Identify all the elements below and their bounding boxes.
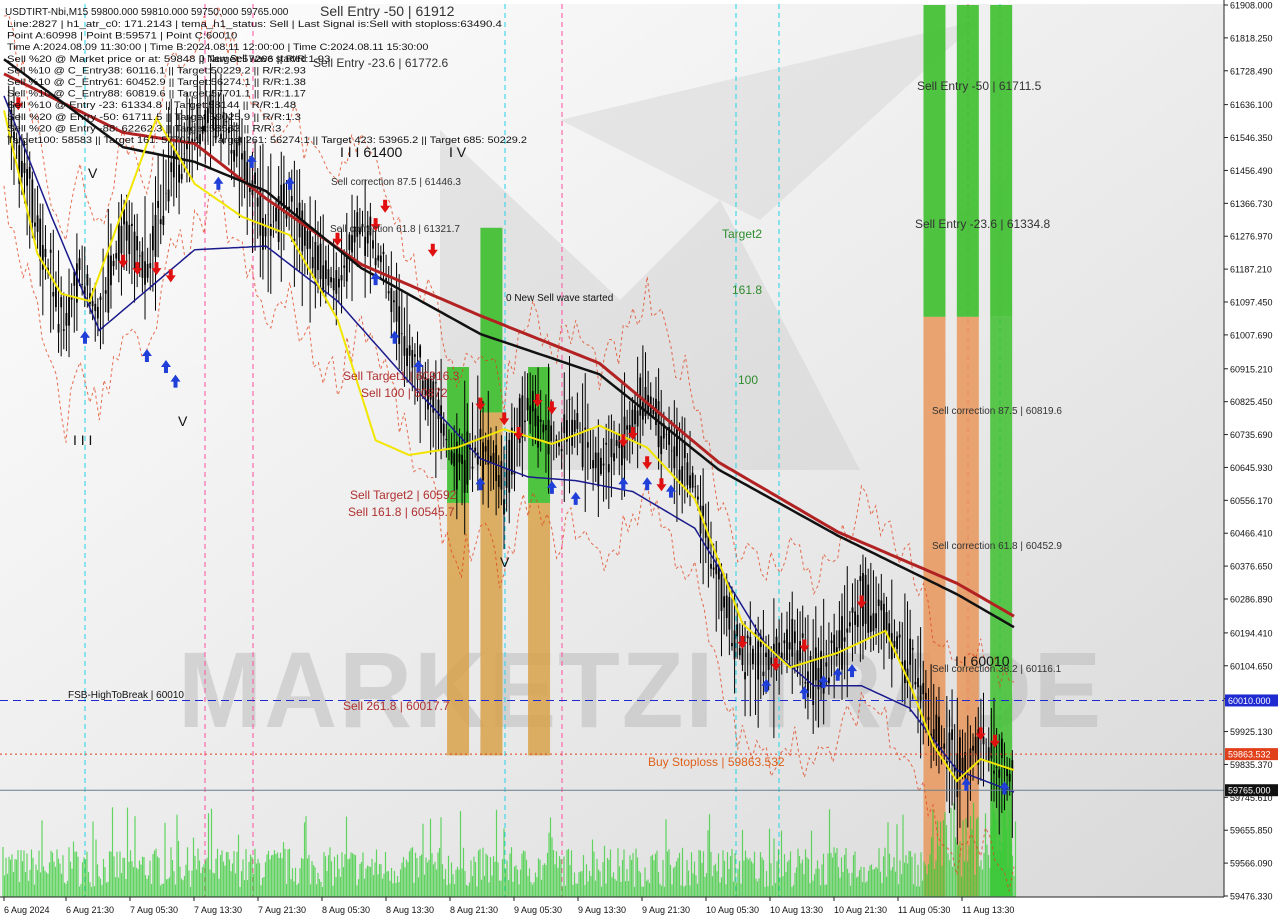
info-line: Sell %10 @ C_Entry38: 60116.1 || Target:… (7, 65, 306, 75)
annotation-label: Buy Stoploss | 59863.532 (648, 755, 785, 769)
info-line: Line:2827 | h1_atr_c0: 171.2143 | tema_h… (7, 19, 502, 29)
price-tick-label: 59566.090 (1230, 859, 1273, 869)
time-axis[interactable]: 6 Aug 2024 6 Aug 21:30 7 Aug 05:30 7 Aug 13… (0, 896, 1224, 920)
annotation-label: Sell correction 87.5 | 60819.6 (932, 406, 1062, 417)
annotation-label: Sell Entry -23.6 | 61334.8 (915, 217, 1051, 231)
annotation-label: Sell correction 61.8 | 60452.9 (932, 541, 1062, 552)
annotation-label: V (178, 413, 188, 429)
time-tick-label: 8 Aug 13:30 (386, 905, 434, 915)
zone-upper (990, 5, 1013, 317)
annotation-label: Sell Entry -23.6 | 61772.6 (313, 56, 449, 70)
annotation-label: Sell Target1 | 60916.3 (343, 369, 460, 383)
annotation-label: Sell Entry -50 | 61711.5 (917, 79, 1042, 93)
info-line: Point A:60998 | Point B:59571 | Point C:… (7, 31, 237, 41)
annotation-label: 0 New Sell wave started (506, 293, 613, 304)
info-line: Sell %10 @ Entry -23: 61334.8 || Target:… (7, 100, 296, 110)
price-badge-label: 59863.532 (1228, 750, 1271, 760)
price-tick-label: 60466.410 (1230, 529, 1273, 539)
price-tick-label: 61908.000 (1230, 1, 1273, 11)
time-tick-label: 8 Aug 21:30 (450, 905, 498, 915)
zone-upper (528, 367, 551, 503)
annotation-label: Sell correction 61.8 | 61321.7 (330, 224, 460, 235)
time-tick-label: 6 Aug 2024 (4, 905, 50, 915)
annotation-label: Sell 100 | 60872 (361, 386, 448, 400)
info-line: Sell %20 @ Entry -50: 61711.5 || Target:… (7, 112, 301, 122)
annotation-label: Sell Target2 | 60592 (350, 488, 457, 502)
time-tick-label: 11 Aug 13:30 (962, 905, 1014, 915)
annotation-label: I V (449, 144, 467, 160)
price-tick-label: 59476.330 (1230, 892, 1273, 902)
annotation-label: V (88, 165, 98, 181)
time-tick-label: 9 Aug 21:30 (642, 905, 690, 915)
price-tick-label: 59655.850 (1230, 826, 1273, 836)
price-tick-label: 60104.650 (1230, 661, 1273, 671)
annotation-label: Sell Entry -50 | 61912 (320, 3, 455, 19)
price-tick-label: 61456.490 (1230, 166, 1273, 176)
price-badge-label: 59765.000 (1228, 786, 1271, 796)
price-tick-label: 61276.970 (1230, 232, 1273, 242)
time-tick-label: 10 Aug 13:30 (770, 905, 823, 915)
ohlc-header: USDTIRT-Nbi,M15 59800.000 59810.000 5975… (5, 7, 289, 18)
annotation-label: I I I (73, 432, 92, 448)
price-tick-label: 61728.490 (1230, 66, 1273, 76)
price-tick-label: 61097.450 (1230, 297, 1273, 307)
price-tick-label: 60286.890 (1230, 594, 1273, 604)
price-tick-label: 61818.250 (1230, 33, 1273, 43)
annotation-label: 100 (738, 373, 758, 387)
time-tick-label: 10 Aug 05:30 (706, 905, 759, 915)
time-tick-label: 7 Aug 21:30 (258, 905, 306, 915)
info-line: Sell %10 @ C_Entry88: 60819.6 || Target:… (7, 89, 306, 99)
price-tick-label: 60915.210 (1230, 364, 1273, 374)
price-tick-label: 60735.690 (1230, 430, 1273, 440)
time-tick-label: 6 Aug 21:30 (66, 905, 114, 915)
price-tick-label: 60376.650 (1230, 562, 1273, 572)
price-chart-svg[interactable]: MARKETZI TRADE Sell Entry -50 | 61912Sel… (0, 0, 1280, 920)
time-tick-label: 9 Aug 05:30 (514, 905, 562, 915)
info-line: Target100: 58583 || Target 161: 57701.1 … (7, 135, 527, 145)
time-tick-label: 11 Aug 05:30 (898, 905, 950, 915)
annotation-label: I I I 61400 (340, 144, 402, 160)
zone-upper (956, 5, 979, 317)
annotation-label: Sell 261.8 | 60017.7 (343, 699, 450, 713)
price-tick-label: 59835.370 (1230, 760, 1273, 770)
price-tick-label: 59925.130 (1230, 727, 1273, 737)
annotation-label: V (500, 554, 510, 570)
annotation-label: Target2 (722, 227, 762, 241)
price-tick-label: 60645.930 (1230, 463, 1273, 473)
time-tick-label: 7 Aug 13:30 (194, 905, 242, 915)
annotation-label: 161.8 (732, 283, 762, 297)
zone-lower (923, 316, 946, 897)
info-line: Time A:2024.08.09 11:30:00 | Time B:2024… (7, 42, 428, 52)
info-line: Sell %20 @ Market price or at: 59848 || … (7, 54, 330, 64)
annotation-label: FSB-HighToBreak | 60010 (68, 690, 184, 701)
zone-upper (923, 5, 946, 317)
info-line: Sell %20 @ Entry -88: 62262.3 || Target:… (7, 123, 281, 133)
time-tick-label: 10 Aug 21:30 (834, 905, 887, 915)
price-badge-label: 60010.000 (1228, 696, 1271, 706)
info-line: Sell %10 @ C_Entry61: 60452.9 || Target:… (7, 77, 306, 87)
annotation-label: I I 60010 (955, 653, 1010, 669)
time-tick-label: 9 Aug 13:30 (578, 905, 626, 915)
price-tick-label: 61366.730 (1230, 199, 1273, 209)
price-tick-label: 61187.210 (1230, 265, 1272, 275)
zone-lower (528, 502, 551, 756)
price-tick-label: 60556.170 (1230, 496, 1273, 506)
time-tick-label: 8 Aug 05:30 (322, 905, 370, 915)
price-axis[interactable]: 61908.000 61818.250 61728.490 61636.100 6154… (1223, 0, 1280, 920)
annotation-label: Sell correction 87.5 | 61446.3 (331, 177, 461, 188)
annotation-label: Sell 161.8 | 60545.7 (348, 505, 455, 519)
trading-chart[interactable]: MARKETZI TRADE Sell Entry -50 | 61912 Sel… (0, 0, 1280, 920)
price-tick-label: 61007.690 (1230, 330, 1273, 340)
price-tick-label: 61546.350 (1230, 133, 1273, 143)
time-tick-label: 7 Aug 05:30 (130, 905, 178, 915)
price-tick-label: 61636.100 (1230, 100, 1273, 110)
price-tick-label: 60194.410 (1230, 628, 1273, 638)
price-tick-label: 60825.450 (1230, 397, 1273, 407)
